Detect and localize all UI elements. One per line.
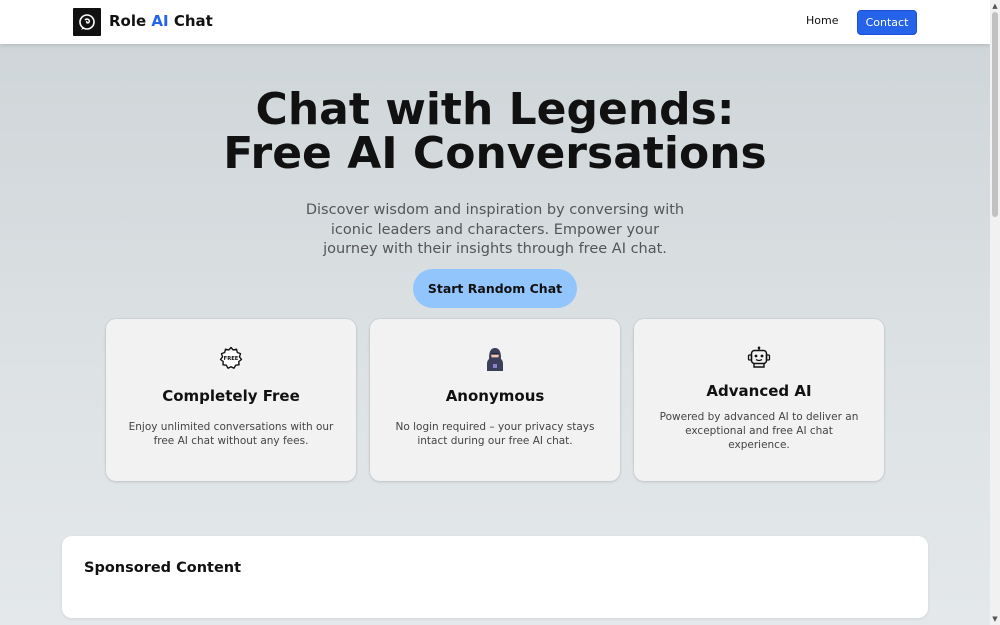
hooded-user-icon: [370, 346, 620, 372]
sponsored-section: Sponsored Content: [62, 536, 928, 618]
feature-card-free: FREE Completely Free Enjoy unlimited con…: [106, 319, 356, 481]
vertical-scrollbar[interactable]: ▲ ▼: [990, 0, 1000, 625]
scroll-down-arrow-icon[interactable]: ▼: [991, 615, 999, 623]
brand-suffix: Chat: [173, 12, 213, 30]
brand-prefix: Role: [109, 12, 147, 30]
hero-title: Chat with Legends: Free AI Conversations: [0, 88, 990, 176]
feature-title: Completely Free: [162, 387, 300, 405]
page: Role AI Chat Home Contact Chat with Lege…: [0, 0, 990, 625]
feature-card-advanced-ai: Advanced AI Powered by advanced AI to de…: [634, 319, 884, 481]
nav-home-link[interactable]: Home: [806, 14, 838, 27]
brand-accent: AI: [151, 12, 169, 30]
brand-name[interactable]: Role AI Chat: [109, 12, 213, 30]
hero-title-line1: Chat with Legends:: [255, 84, 735, 135]
nav-contact-button[interactable]: Contact: [857, 10, 917, 35]
feature-description: No login required – your privacy stays i…: [395, 421, 595, 447]
feature-card-anonymous: Anonymous No login required – your priva…: [370, 319, 620, 481]
feature-description: Powered by advanced AI to deliver an exc…: [659, 411, 859, 451]
svg-text:FREE: FREE: [224, 356, 239, 362]
sponsored-title: Sponsored Content: [84, 560, 242, 576]
start-random-chat-button[interactable]: Start Random Chat: [413, 269, 577, 308]
brain-chat-icon[interactable]: [73, 8, 101, 36]
hero-subtitle: Discover wisdom and inspiration by conve…: [305, 202, 685, 257]
scrollbar-thumb[interactable]: [992, 12, 998, 217]
free-badge-icon: FREE: [106, 346, 356, 370]
feature-title: Anonymous: [445, 387, 545, 405]
robot-icon: [634, 346, 884, 370]
hero-title-line2: Free AI Conversations: [223, 128, 767, 179]
scroll-up-arrow-icon[interactable]: ▲: [991, 2, 999, 10]
feature-title: Advanced AI: [706, 382, 812, 400]
feature-description: Enjoy unlimited conversations with our f…: [128, 421, 334, 447]
site-header: Role AI Chat Home Contact: [0, 0, 990, 44]
